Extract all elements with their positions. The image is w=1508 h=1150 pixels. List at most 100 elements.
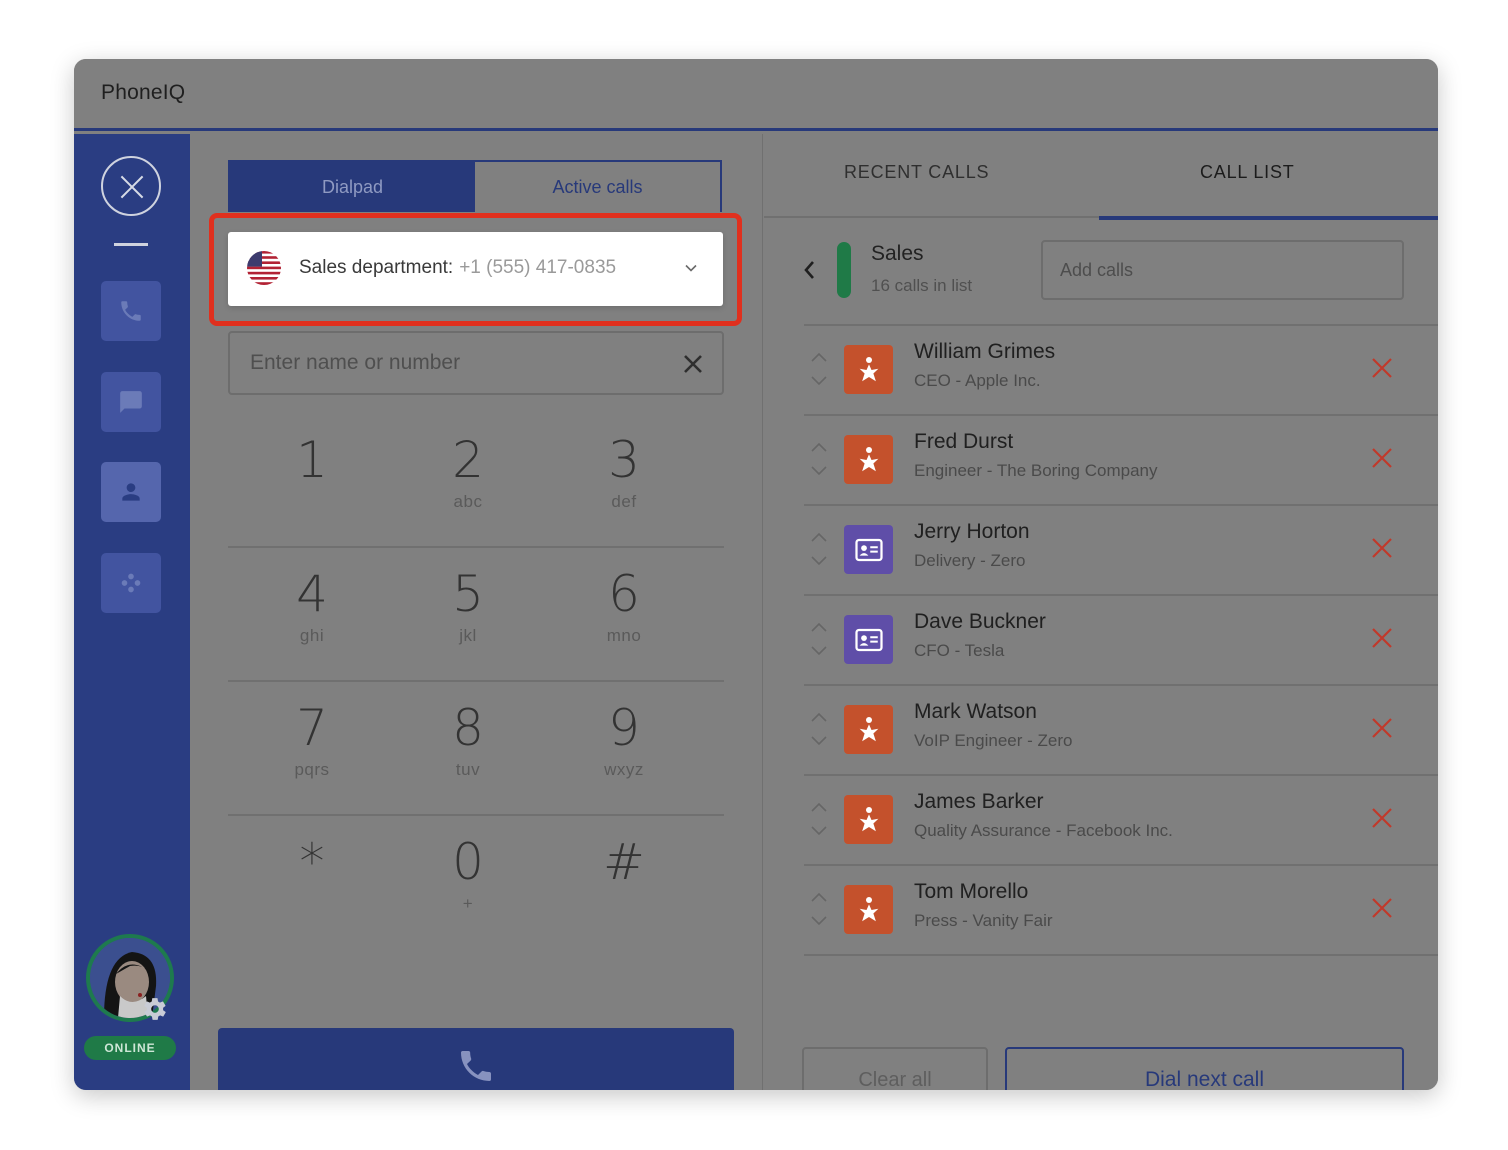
key-digit: 1 [296, 431, 328, 489]
title-bar: PhoneIQ [74, 59, 1438, 131]
chat-icon [120, 391, 142, 413]
key-1[interactable]: 1 [252, 430, 372, 492]
number-input[interactable] [250, 333, 670, 393]
contact-name: Mark Watson [914, 700, 1037, 723]
contact-subtitle: Quality Assurance - Facebook Inc. [914, 821, 1173, 840]
key-letters: tuv [455, 760, 481, 779]
key-3[interactable]: 3 def [564, 430, 684, 512]
list-item[interactable]: James Barker Quality Assurance - Facebook… [804, 776, 1438, 866]
contact-subtitle: VoIP Engineer - Zero [914, 731, 1073, 750]
chevron-down-icon[interactable] [684, 261, 698, 275]
remove-icon[interactable] [1370, 446, 1394, 470]
key-6[interactable]: 6 mno [564, 564, 684, 646]
key-hash[interactable]: # [564, 832, 684, 894]
key-digit: # [603, 833, 645, 891]
apps-nav-button[interactable] [101, 553, 161, 613]
list-item[interactable]: Mark Watson VoIP Engineer - Zero [804, 686, 1438, 776]
dial-next-call-button[interactable]: Dial next call [1005, 1047, 1404, 1090]
key-star[interactable]: * [252, 832, 372, 894]
contact-name: Dave Buckner [914, 610, 1046, 633]
list-color-bar [837, 242, 851, 298]
close-icon[interactable] [101, 156, 161, 216]
list-item[interactable]: Fred Durst Engineer - The Boring Company [804, 416, 1438, 506]
keypad-row: 7 pqrs 8 tuv 9 wxyz [228, 682, 724, 816]
tab-recent-calls[interactable]: RECENT CALLS [844, 162, 989, 183]
remove-icon[interactable] [1370, 716, 1394, 740]
right-tabs: RECENT CALLS CALL LIST [764, 134, 1438, 220]
key-2[interactable]: 2 abc [408, 430, 528, 512]
key-letters: def [611, 492, 637, 511]
star-person-icon [859, 896, 878, 921]
key-9[interactable]: 9 wxyz [564, 698, 684, 780]
clear-all-button[interactable]: Clear all [802, 1047, 988, 1090]
contact-type-icon [844, 795, 893, 844]
call-button[interactable] [218, 1028, 734, 1090]
key-digit: 2 [452, 431, 484, 489]
reorder-icon[interactable] [810, 440, 828, 478]
remove-icon[interactable] [1370, 356, 1394, 380]
contact-subtitle: Engineer - The Boring Company [914, 461, 1158, 480]
call-list: William Grimes CEO - Apple Inc. Fred Durst… [804, 324, 1438, 956]
key-letters: abc [453, 492, 483, 511]
add-calls-input[interactable] [1060, 242, 1380, 298]
key-4[interactable]: 4 ghi [252, 564, 372, 646]
divider [114, 243, 148, 246]
contact-subtitle: Press - Vanity Fair [914, 911, 1053, 930]
tab-call-list[interactable]: CALL LIST [1200, 162, 1295, 183]
list-item[interactable]: William Grimes CEO - Apple Inc. [804, 326, 1438, 416]
contacts-nav-button[interactable] [101, 462, 161, 522]
reorder-icon[interactable] [810, 350, 828, 388]
contact-type-icon [844, 435, 893, 484]
remove-icon[interactable] [1370, 896, 1394, 920]
status-badge: ONLINE [84, 1036, 176, 1060]
app-title: PhoneIQ [101, 81, 186, 104]
key-digit: 9 [608, 699, 640, 757]
remove-icon[interactable] [1370, 806, 1394, 830]
reorder-icon[interactable] [810, 620, 828, 658]
contact-subtitle: CEO - Apple Inc. [914, 371, 1041, 390]
keypad: 1 2 abc 3 def 4 ghi 5 jkl 6 mno 7 pqrs 8 tuv 9 w… [228, 414, 724, 950]
key-letters: jkl [459, 626, 477, 645]
contact-name: Fred Durst [914, 430, 1014, 453]
caller-id-select[interactable]: Sales department: +1 (555) 417-0835 [228, 232, 723, 306]
key-digit: * [299, 833, 325, 891]
dots-icon [121, 573, 141, 593]
call-list-panel: RECENT CALLS CALL LIST Sales 16 calls in… [764, 134, 1438, 1090]
sidebar: ONLINE [74, 134, 190, 1090]
star-person-icon [859, 806, 878, 831]
contact-type-icon [844, 885, 893, 934]
key-letters: mno [606, 626, 642, 645]
key-8[interactable]: 8 tuv [408, 698, 528, 780]
reorder-icon[interactable] [810, 710, 828, 748]
messages-nav-button[interactable] [101, 372, 161, 432]
reorder-icon[interactable] [810, 530, 828, 568]
remove-icon[interactable] [1370, 536, 1394, 560]
keypad-row: 4 ghi 5 jkl 6 mno [228, 548, 724, 682]
reorder-icon[interactable] [810, 890, 828, 928]
remove-icon[interactable] [1370, 626, 1394, 650]
list-item[interactable]: Dave Buckner CFO - Tesla [804, 596, 1438, 686]
dialer-panel: Dialpad Active calls Sales department: +1… [190, 134, 763, 1090]
chevron-left-icon[interactable] [800, 258, 820, 282]
key-letters: + [462, 894, 474, 913]
caller-id-label: Sales department: +1 (555) 417-0835 [299, 257, 616, 279]
key-digit: 5 [452, 565, 484, 623]
list-item[interactable]: Tom Morello Press - Vanity Fair [804, 866, 1438, 956]
tab-dialpad[interactable]: Dialpad [230, 162, 475, 212]
list-item[interactable]: Jerry Horton Delivery - Zero [804, 506, 1438, 596]
phone-nav-button[interactable] [101, 281, 161, 341]
gear-icon[interactable] [142, 996, 168, 1022]
reorder-icon[interactable] [810, 800, 828, 838]
tab-active-calls[interactable]: Active calls [475, 162, 720, 212]
clear-icon[interactable] [682, 353, 704, 375]
person-icon [122, 483, 140, 501]
contact-name: William Grimes [914, 340, 1056, 363]
key-5[interactable]: 5 jkl [408, 564, 528, 646]
caller-id-number: +1 (555) 417-0835 [459, 257, 617, 278]
key-0[interactable]: 0 + [408, 832, 528, 914]
contact-type-icon [844, 705, 893, 754]
active-tab-indicator [1099, 216, 1438, 220]
contact-subtitle: CFO - Tesla [914, 641, 1005, 660]
contact-card-icon [854, 538, 883, 561]
key-7[interactable]: 7 pqrs [252, 698, 372, 780]
